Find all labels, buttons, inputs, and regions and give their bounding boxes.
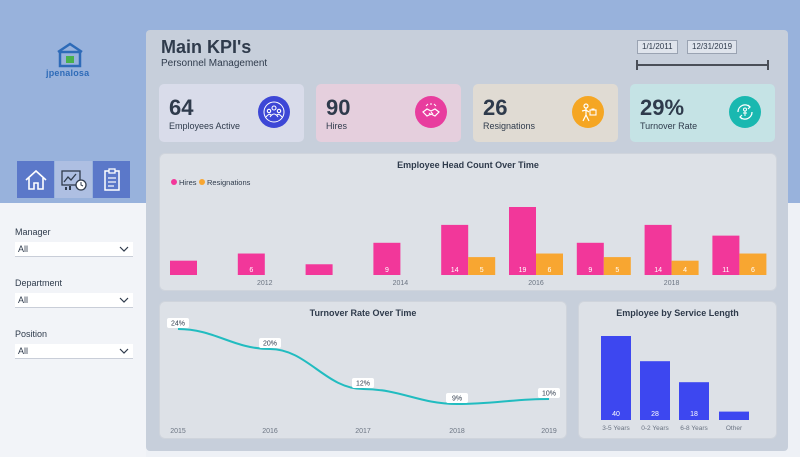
x-tick-label: 2016: [262, 428, 278, 435]
bar-label: 18: [690, 411, 698, 418]
headcount-chart-card: Employee Head Count Over Time Hires Resig…: [159, 153, 777, 291]
resignations-bar-label: 5: [615, 267, 619, 274]
x-tick-label: 3-5 Years: [602, 425, 630, 432]
hires-bar-label: 14: [451, 267, 459, 274]
x-tick-label: 2016: [528, 280, 544, 287]
chevron-down-icon: [119, 246, 129, 252]
department-filter-dropdown[interactable]: All: [15, 293, 133, 308]
hires-bar-label: 9: [385, 267, 389, 274]
position-filter-value: All: [18, 346, 29, 356]
kpi-card-employees-active: 64 Employees Active: [159, 84, 304, 142]
kpi-value: 90: [326, 95, 351, 120]
x-tick-label: Other: [726, 425, 743, 432]
x-tick-label: 6-8 Years: [680, 425, 708, 432]
x-tick-label: 2014: [393, 280, 409, 287]
kpi-label: Turnover Rate: [640, 121, 698, 131]
hires-bar-label: 9: [588, 267, 592, 274]
resignation-icon: [572, 96, 604, 128]
chevron-down-icon: [119, 348, 129, 354]
turnover-line: [177, 328, 550, 406]
legend-marker-resignations: [199, 179, 205, 185]
kpi-label: Resignations: [483, 121, 536, 131]
data-label: 9%: [452, 396, 462, 403]
service-length-bar: [601, 336, 631, 420]
document-nav-button[interactable]: [93, 161, 130, 198]
data-label: 12%: [356, 381, 370, 388]
turnover-chart: 24% 20% 12% 9% 10% 2015 2016 2017 2018 2019: [167, 318, 560, 435]
x-tick-label: 2012: [257, 280, 273, 287]
start-date-input[interactable]: 1/1/2011: [637, 40, 678, 54]
x-tick-label: 2018: [664, 280, 680, 287]
position-filter-dropdown[interactable]: All: [15, 344, 133, 359]
legend-label-hires: Hires: [179, 178, 197, 187]
manager-filter-label: Manager: [15, 227, 51, 237]
x-tick-label: 2018: [449, 428, 465, 435]
kpi-card-turnover-rate: 29% Turnover Rate: [630, 84, 775, 142]
hires-bar-label: 6: [249, 267, 253, 274]
kpi-value: 29%: [640, 95, 685, 120]
resignations-bar-label: 6: [751, 267, 755, 274]
legend-marker-hires: [171, 179, 177, 185]
service-length-bar: [719, 411, 749, 420]
x-tick-label: 2015: [170, 428, 186, 435]
kpi-value: 26: [483, 95, 508, 120]
manager-filter-value: All: [18, 244, 29, 254]
service-length-chart-card: Employee by Service Length 40 3-5 Years 28…: [578, 301, 777, 439]
hires-bar-label: 14: [654, 267, 662, 274]
position-filter-label: Position: [15, 329, 48, 339]
bar-label: 40: [612, 411, 620, 418]
hires-bar-label: 11: [722, 267, 729, 274]
resignations-bar-label: 6: [548, 267, 552, 274]
hires-bar: [170, 260, 197, 275]
hires-bar-label: 19: [519, 267, 527, 274]
resignations-bar-label: 5: [480, 267, 484, 274]
kpi-label: Hires: [326, 121, 348, 131]
kpi-card-resignations: 26 Resignations: [473, 84, 618, 142]
page-title: Main KPI's: [161, 37, 252, 57]
document-icon: [103, 167, 120, 191]
department-filter-value: All: [18, 295, 29, 305]
slider-end-handle[interactable]: [767, 60, 769, 70]
report-icon: [60, 169, 87, 191]
data-label: 10%: [542, 391, 556, 398]
data-label: 24%: [171, 321, 185, 328]
logo-text: jpenalosa: [46, 68, 90, 78]
hires-bar: [305, 264, 333, 275]
headcount-chart: Hires Resignations 6 9 14 5 19 6 9 5 14 4 11 6 2012 201…: [170, 178, 767, 287]
turnover-chart-card: Turnover Rate Over Time 24% 20% 12% 9% 10% 20…: [159, 301, 567, 439]
handshake-icon: [415, 96, 447, 128]
end-date-input[interactable]: 12/31/2019: [687, 40, 738, 54]
resignations-bar-label: 4: [683, 267, 687, 274]
bar-label: 28: [651, 411, 659, 418]
x-tick-label: 0-2 Years: [641, 425, 669, 432]
hires-bar: [509, 207, 536, 275]
x-tick-label: 2017: [355, 428, 371, 435]
date-range-slider[interactable]: [636, 60, 769, 70]
data-label: 20%: [263, 341, 277, 348]
kpi-label: Employees Active: [169, 121, 241, 131]
manager-filter-dropdown[interactable]: All: [15, 242, 133, 257]
team-icon: [258, 96, 290, 128]
department-filter-label: Department: [15, 278, 63, 288]
slider-track: [637, 64, 768, 66]
turnover-icon: [729, 96, 761, 128]
home-nav-button[interactable]: [17, 161, 54, 198]
legend-label-resignations: Resignations: [207, 178, 251, 187]
slider-start-handle[interactable]: [636, 60, 638, 70]
x-tick-label: 2019: [541, 428, 557, 435]
report-nav-button[interactable]: [55, 161, 92, 198]
chevron-down-icon: [119, 297, 129, 303]
service-length-chart: 40 3-5 Years 28 0-2 Years 18 6-8 Years Other: [601, 336, 749, 432]
kpi-card-hires: 90 Hires: [316, 84, 461, 142]
page-subtitle: Personnel Management: [161, 58, 268, 69]
home-icon: [24, 169, 47, 190]
kpi-value: 64: [169, 95, 194, 120]
